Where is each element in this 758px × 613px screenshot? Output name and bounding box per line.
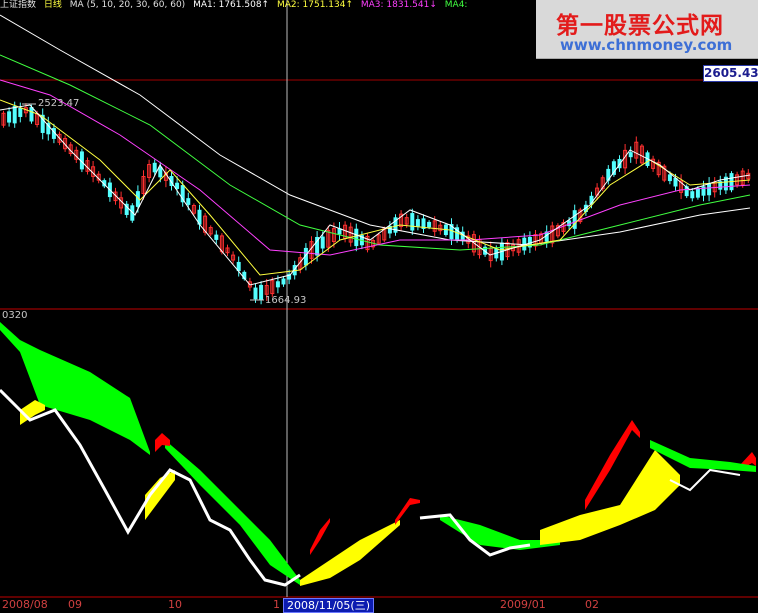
candle-body (337, 228, 342, 235)
white-trail-line-3 (669, 468, 741, 492)
period-label: 日线 (43, 0, 62, 10)
candle-body (175, 182, 180, 189)
red-band-2 (310, 518, 330, 555)
watermark-banner: 第一股票公式网 www.chnmoney.com (536, 0, 758, 59)
low-annotation: 1664.93 (265, 295, 307, 306)
candle-body (427, 221, 432, 228)
ma-line-10 (0, 99, 751, 276)
ma1-value: MA1: 1761.508↑ (193, 0, 270, 10)
indicator-bands (0, 322, 756, 587)
candle-body (415, 219, 420, 227)
x-axis-label-02: 02 (585, 598, 599, 611)
green-band-1 (0, 322, 150, 455)
price-axis-value: 2605.43 (703, 65, 758, 82)
candle-body (354, 228, 359, 247)
candle-body (320, 236, 325, 249)
yellow-band-1 (300, 520, 400, 586)
x-axis-label-11: 1 (273, 598, 280, 611)
watermark-url: www.chnmoney.com (560, 36, 733, 54)
candle-body (410, 213, 415, 231)
candle-body (628, 152, 633, 158)
candle-body (152, 162, 157, 173)
watermark-title: 第一股票公式网 (556, 13, 724, 39)
candle-body (186, 198, 191, 205)
candle-body (275, 281, 280, 288)
candle-body (667, 174, 672, 182)
candle-body (259, 284, 264, 301)
stock-chart[interactable] (0, 0, 758, 612)
candle-body (690, 191, 695, 199)
x-axis-label-2008-08: 2008/08 (2, 598, 48, 611)
ma-params: MA (5, 10, 20, 30, 60, 60) (69, 0, 186, 10)
candle-body (158, 166, 163, 178)
candle-body (18, 107, 23, 117)
high-annotation: 2523.47 (38, 98, 80, 109)
indicator-label: 0320 (2, 310, 28, 321)
candle-body (236, 261, 241, 272)
candle-body (12, 106, 17, 124)
candle-body (695, 188, 700, 198)
x-axis-label-09: 09 (68, 598, 82, 611)
chart-header: 上证指数 日线 MA (5, 10, 20, 30, 60, 60) MA1: … (0, 0, 540, 10)
candle-body (281, 278, 286, 285)
x-axis-label-2009-01: 2009/01 (500, 598, 546, 611)
index-name: 上证指数 (0, 0, 37, 10)
candle-body (29, 107, 34, 122)
x-axis-label-10: 10 (168, 598, 182, 611)
crosshair-date-label: 2008/11/05(三) (283, 598, 374, 613)
white-trail-line (0, 388, 301, 587)
ma-line-5 (0, 104, 751, 286)
green-band-2 (165, 440, 300, 585)
candle-body (707, 183, 712, 196)
candle-body (253, 287, 258, 300)
candle-body (214, 234, 219, 240)
candle-body (673, 177, 678, 187)
candle-body (7, 111, 12, 123)
ma2-value: MA2: 1751.134↑ (276, 0, 353, 10)
ma4-value: MA4: (444, 0, 468, 10)
ma3-value: MA3: 1831.541↓ (360, 0, 437, 10)
